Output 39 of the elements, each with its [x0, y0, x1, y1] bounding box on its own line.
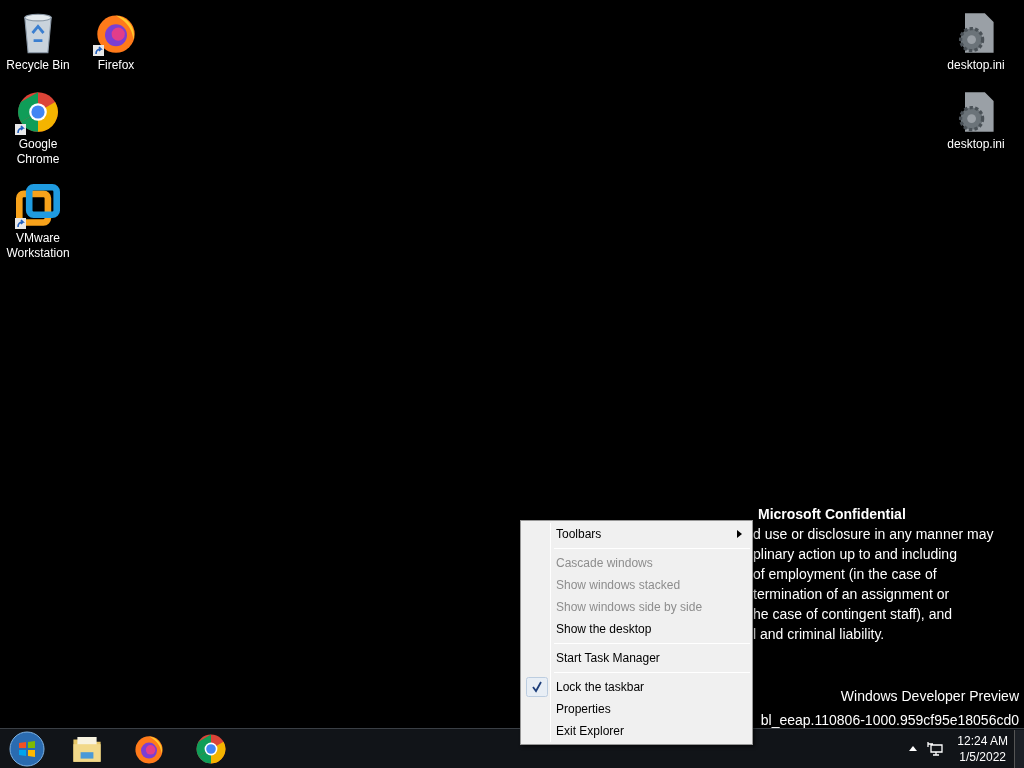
chrome-icon — [195, 732, 227, 765]
icon-label: Recycle Bin — [6, 58, 70, 73]
icon-label: desktop.ini — [947, 58, 1005, 73]
watermark-text: l and criminal liability. — [753, 625, 886, 644]
network-icon[interactable] — [927, 740, 944, 757]
watermark-text: d use or disclosure in any manner may — [753, 525, 994, 544]
watermark-title: Microsoft Confidential — [757, 505, 907, 524]
watermark-text: termination of an assignment or — [753, 585, 951, 604]
icon-label: Google Chrome — [15, 137, 61, 167]
icon-label: Firefox — [97, 58, 135, 73]
menu-item[interactable]: Exit Explorer — [523, 720, 750, 742]
shortcut-arrow-icon — [93, 45, 104, 56]
menu-item[interactable]: Properties — [523, 698, 750, 720]
watermark-text: plinary action up to and including — [753, 545, 958, 564]
windows-orb-icon — [9, 730, 45, 767]
menu-item[interactable]: Lock the taskbar — [523, 676, 750, 698]
desktop-icon[interactable]: desktop.ini — [938, 85, 1014, 152]
submenu-arrow-icon — [737, 530, 742, 538]
desktop-icon[interactable]: Firefox — [78, 6, 154, 73]
icon-label: desktop.ini — [947, 137, 1005, 152]
desktop-icon[interactable]: Recycle Bin — [0, 6, 76, 73]
clock[interactable]: 12:24 AM 1/5/2022 — [957, 732, 1008, 765]
desktop-icon[interactable]: Google Chrome — [0, 85, 76, 167]
menu-item[interactable]: Toolbars — [523, 523, 750, 545]
menu-item[interactable]: Show the desktop — [523, 618, 750, 640]
icon-label: VMware Workstation — [5, 231, 71, 261]
desktop-icon[interactable]: VMware Workstation — [0, 179, 76, 261]
vmware-icon — [16, 184, 60, 228]
watermark-edition: Windows Developer Preview — [840, 687, 1019, 706]
shortcut-arrow-icon — [15, 124, 26, 135]
show-hidden-icons-icon[interactable] — [909, 746, 918, 751]
desktop-icon[interactable]: desktop.ini — [938, 6, 1014, 73]
watermark-text: he case of contingent staff), and — [753, 605, 953, 624]
watermark-text: of employment (in the case of — [753, 565, 938, 584]
watermark-build: bl_eeap.110806-1000.959cf95e18056cd0 — [760, 711, 1019, 730]
shortcut-arrow-icon — [15, 218, 26, 229]
chrome-icon — [16, 90, 60, 134]
show-desktop-button[interactable] — [1014, 729, 1024, 768]
menu-item[interactable]: Start Task Manager — [523, 647, 750, 669]
